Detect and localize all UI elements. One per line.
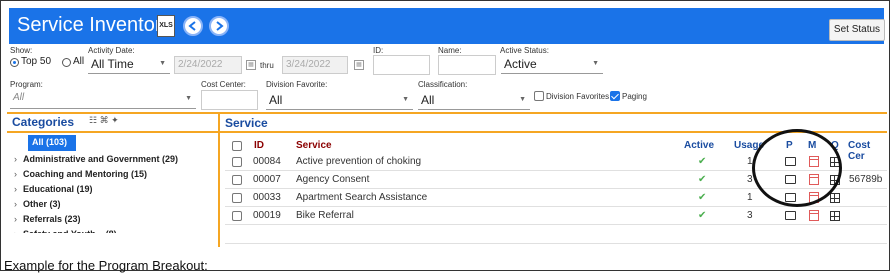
division-favorites-checkbox[interactable] bbox=[534, 91, 544, 101]
title-bar: Service Inventory XLS Set Status bbox=[9, 8, 885, 44]
name-input[interactable] bbox=[438, 55, 496, 75]
program-select[interactable]: All ▼ bbox=[10, 89, 196, 109]
chevron-down-icon: ▼ bbox=[402, 96, 409, 103]
xls-export-icon[interactable]: XLS bbox=[157, 15, 175, 37]
row-id: 00033 bbox=[253, 192, 281, 203]
classification-label: Classification: bbox=[418, 80, 468, 89]
grid-table-icon[interactable] bbox=[830, 211, 840, 221]
active-check-icon: ✔ bbox=[698, 210, 707, 221]
date-from-input[interactable]: 2/24/2022 bbox=[174, 56, 242, 74]
program-label: Program: bbox=[10, 80, 43, 89]
chevron-right-icon: › bbox=[14, 229, 17, 239]
page-title: Service Inventory bbox=[17, 14, 172, 36]
active-check-icon: ✔ bbox=[698, 156, 707, 167]
chevron-down-icon: ▼ bbox=[592, 60, 599, 67]
paging-label: Paging bbox=[622, 92, 647, 101]
category-item[interactable]: › Other (3) bbox=[14, 199, 61, 209]
forward-arrow-icon[interactable] bbox=[209, 16, 229, 36]
section-divider bbox=[7, 112, 887, 114]
date-to-input[interactable]: 3/24/2022 bbox=[282, 56, 348, 74]
row-id: 00019 bbox=[253, 210, 281, 221]
row-checkbox[interactable] bbox=[232, 175, 242, 185]
row-id: 00084 bbox=[253, 156, 281, 167]
screenshot-frame: Service Inventory XLS Set Status Show: T… bbox=[0, 0, 890, 273]
paging-checkbox[interactable] bbox=[610, 91, 620, 101]
calendar-icon[interactable]: ▦ bbox=[354, 60, 364, 70]
program-folder-icon[interactable] bbox=[785, 211, 796, 220]
category-item[interactable]: › Referrals (23) bbox=[14, 214, 81, 224]
category-item[interactable]: › Educational (19) bbox=[14, 184, 93, 194]
division-favorites-label: Division Favorites bbox=[546, 92, 610, 101]
active-status-select[interactable]: Active ▼ bbox=[501, 54, 603, 74]
division-favorite-select[interactable]: All ▼ bbox=[266, 90, 413, 110]
chevron-right-icon: › bbox=[14, 184, 17, 194]
active-check-icon: ✔ bbox=[698, 192, 707, 203]
thru-label: thru bbox=[260, 61, 274, 70]
grid-table-icon[interactable] bbox=[830, 193, 840, 203]
chevron-right-icon: › bbox=[14, 154, 17, 164]
classification-select[interactable]: All ▼ bbox=[418, 90, 530, 110]
column-active[interactable]: Active bbox=[684, 140, 714, 151]
row-service[interactable]: Bike Referral bbox=[296, 210, 354, 221]
activity-date-select[interactable]: All Time ▼ bbox=[88, 54, 170, 74]
id-label: ID: bbox=[373, 46, 384, 55]
row-usage: 1 bbox=[747, 192, 753, 203]
cost-center-input[interactable] bbox=[201, 90, 258, 110]
chevron-right-icon: › bbox=[14, 214, 17, 224]
categories-heading: Categories bbox=[12, 115, 75, 129]
top50-label: Top 50 bbox=[21, 56, 52, 67]
row-service[interactable]: Active prevention of choking bbox=[296, 156, 421, 167]
service-heading: Service bbox=[225, 116, 268, 130]
section-divider bbox=[7, 131, 887, 133]
table-row[interactable]: 00019 Bike Referral ✔ 3 bbox=[225, 207, 887, 225]
row-checkbox[interactable] bbox=[232, 157, 242, 167]
column-id[interactable]: ID bbox=[254, 140, 264, 151]
select-all-checkbox[interactable] bbox=[232, 141, 242, 151]
chevron-right-icon: › bbox=[14, 169, 17, 179]
all-radio[interactable] bbox=[62, 58, 71, 67]
top50-radio[interactable] bbox=[10, 58, 19, 67]
category-item[interactable]: › Coaching and Mentoring (15) bbox=[14, 169, 147, 179]
set-status-button[interactable]: Set Status bbox=[829, 19, 885, 41]
column-service[interactable]: Service bbox=[296, 140, 332, 151]
chevron-down-icon: ▼ bbox=[159, 60, 166, 67]
chevron-down-icon: ▼ bbox=[185, 95, 192, 102]
all-label: All bbox=[73, 56, 85, 67]
category-all[interactable]: All (103) bbox=[28, 135, 76, 151]
row-checkbox[interactable] bbox=[232, 193, 242, 203]
name-label: Name: bbox=[438, 46, 462, 55]
row-id: 00007 bbox=[253, 174, 281, 185]
id-input[interactable] bbox=[373, 55, 430, 75]
service-inventory-app: Service Inventory XLS Set Status Show: T… bbox=[4, 4, 887, 247]
row-usage: 3 bbox=[747, 210, 753, 221]
category-item[interactable]: › Safety and Youth... (8) bbox=[14, 229, 117, 239]
row-service[interactable]: Agency Consent bbox=[296, 174, 369, 185]
division-favorite-label: Division Favorite: bbox=[266, 80, 328, 89]
calendar-icon[interactable] bbox=[809, 210, 819, 221]
table-row-partial bbox=[225, 225, 887, 244]
row-checkbox[interactable] bbox=[232, 211, 242, 221]
highlight-circle-annotation bbox=[752, 129, 842, 207]
panel-divider bbox=[218, 112, 220, 247]
show-label: Show: bbox=[10, 46, 33, 55]
calendar-icon[interactable]: ▦ bbox=[246, 60, 256, 70]
category-tools-icon[interactable]: ☷ ⌘ ✦ bbox=[89, 115, 119, 126]
back-arrow-icon[interactable] bbox=[183, 16, 203, 36]
active-check-icon: ✔ bbox=[698, 174, 707, 185]
category-item[interactable]: › Administrative and Government (29) bbox=[14, 154, 178, 164]
cost-center-label: Cost Center: bbox=[201, 80, 246, 89]
chevron-right-icon: › bbox=[14, 199, 17, 209]
row-usage: 3 bbox=[747, 174, 753, 185]
row-service[interactable]: Apartment Search Assistance bbox=[296, 192, 427, 203]
chevron-down-icon: ▼ bbox=[519, 96, 526, 103]
row-cost-center: 56789b bbox=[849, 174, 883, 185]
